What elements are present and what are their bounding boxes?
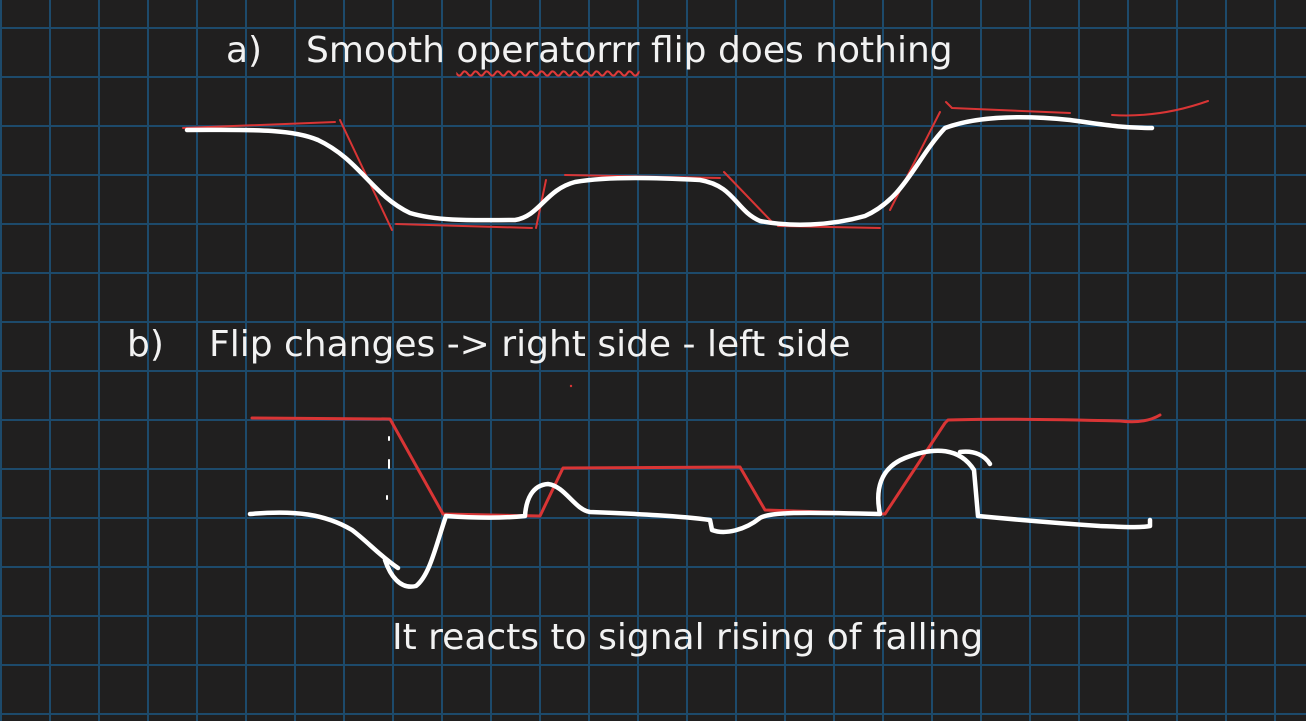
red-stroke (945, 101, 1071, 114)
red-stroke (889, 111, 941, 211)
red-stroke (1111, 100, 1209, 117)
sketch-b-dotted-marks (386, 436, 390, 500)
red-dot (569, 384, 573, 388)
whiteboard-canvas: a) Smooth operatorrr flip does nothing b)… (0, 0, 1306, 721)
red-stroke (182, 121, 336, 129)
hand-drawn-sketch (182, 100, 1209, 589)
red-stroke (395, 223, 533, 229)
sketch-b-white-signal (382, 448, 1153, 589)
sketch-a-white-smooth-wave (184, 115, 1155, 227)
sketch-b-white-signal (247, 510, 401, 571)
